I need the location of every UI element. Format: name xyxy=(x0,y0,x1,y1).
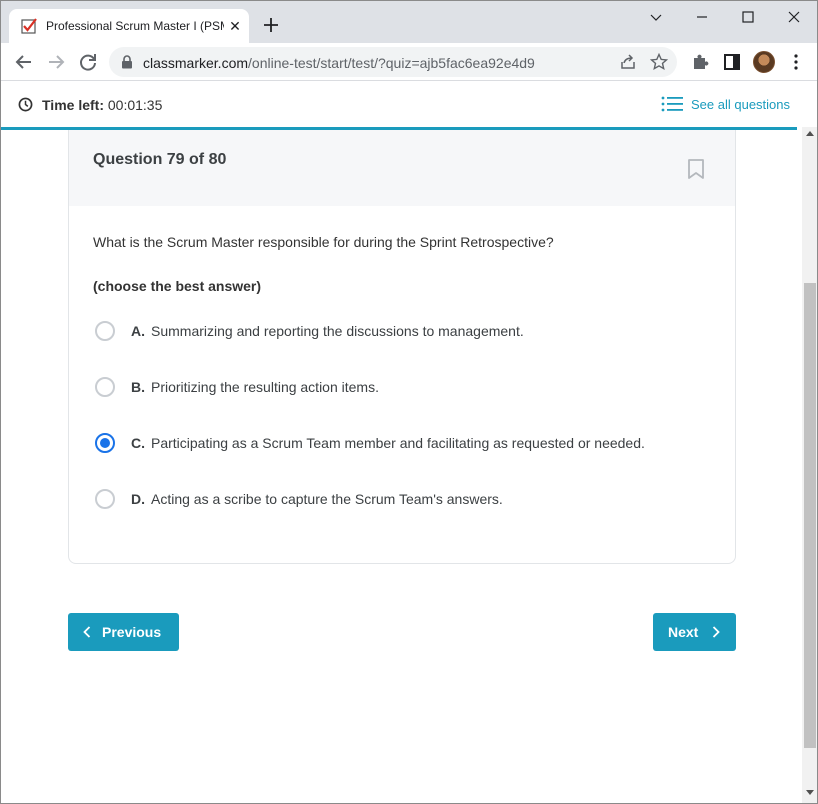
star-icon[interactable] xyxy=(650,53,668,71)
option-letter: C. xyxy=(131,435,145,451)
option-letter: D. xyxy=(131,491,145,507)
url-text: classmarker.com/online-test/start/test/?… xyxy=(143,55,535,71)
answer-option-d[interactable]: D. Acting as a scribe to capture the Scr… xyxy=(93,485,713,513)
extensions-puzzle-icon[interactable] xyxy=(690,52,710,72)
answer-option-a[interactable]: A. Summarizing and reporting the discuss… xyxy=(93,317,713,345)
address-bar[interactable]: classmarker.com/online-test/start/test/?… xyxy=(109,47,677,77)
radio-button-a[interactable] xyxy=(95,321,115,341)
radio-button-b[interactable] xyxy=(95,377,115,397)
lock-icon xyxy=(122,55,132,69)
answer-option-b[interactable]: B. Prioritizing the resulting action ite… xyxy=(93,373,713,401)
list-icon xyxy=(661,96,683,112)
checkbox-favicon-icon xyxy=(21,18,37,34)
reload-icon[interactable] xyxy=(76,50,100,74)
option-text: Summarizing and reporting the discussion… xyxy=(151,323,524,339)
tab-close-icon[interactable]: ✕ xyxy=(225,16,245,36)
back-arrow-icon[interactable] xyxy=(12,50,36,74)
chevron-left-icon xyxy=(83,626,91,638)
scrollbar-thumb[interactable] xyxy=(804,283,816,748)
profile-avatar[interactable] xyxy=(753,51,775,73)
previous-button-label: Previous xyxy=(102,624,162,640)
question-hint: (choose the best answer) xyxy=(93,278,262,294)
forward-arrow-icon[interactable] xyxy=(44,50,68,74)
time-left: Time left: 00:01:35 xyxy=(42,97,162,113)
maximize-icon[interactable] xyxy=(725,1,771,33)
next-button-label: Next xyxy=(668,624,699,640)
question-number: Question 79 of 80 xyxy=(93,151,227,168)
radio-button-d[interactable] xyxy=(95,489,115,509)
tab-title: Professional Scrum Master I (PSM xyxy=(46,19,224,33)
option-text: Participating as a Scrum Team member and… xyxy=(151,435,645,451)
time-left-label: Time left: xyxy=(42,97,104,113)
clock-icon xyxy=(18,97,33,112)
option-letter: A. xyxy=(131,323,145,339)
url-path: /online-test/start/test/?quiz=ajb5fac6ea… xyxy=(248,55,535,71)
option-text: Prioritizing the resulting action items. xyxy=(151,379,379,395)
vertical-scrollbar[interactable] xyxy=(802,127,817,803)
option-letter: B. xyxy=(131,379,145,395)
previous-button[interactable]: Previous xyxy=(68,613,179,651)
question-card-header: Question 79 of 80 xyxy=(69,130,735,206)
browser-tab[interactable]: Professional Scrum Master I (PSM ✕ xyxy=(9,9,249,43)
option-text: Acting as a scribe to capture the Scrum … xyxy=(151,491,503,507)
quiz-header: Time left: 00:01:35 See all questions xyxy=(1,82,797,127)
question-card: Question 79 of 80 What is the Scrum Mast… xyxy=(68,130,736,564)
scroll-up-arrow-icon[interactable] xyxy=(806,130,814,136)
url-host: classmarker.com xyxy=(143,55,249,71)
next-button[interactable]: Next xyxy=(653,613,736,651)
browser-toolbar: classmarker.com/online-test/start/test/?… xyxy=(1,43,817,81)
bookmark-icon[interactable] xyxy=(686,158,706,180)
new-tab-icon[interactable] xyxy=(259,13,283,37)
tab-strip: Professional Scrum Master I (PSM ✕ xyxy=(1,1,817,43)
chevron-right-icon xyxy=(712,626,720,638)
scroll-down-arrow-icon[interactable] xyxy=(806,790,814,796)
see-all-questions-link[interactable]: See all questions xyxy=(661,95,797,115)
more-menu-icon[interactable] xyxy=(786,52,806,72)
window-minimize-icon[interactable] xyxy=(679,1,725,33)
see-all-questions-label: See all questions xyxy=(691,97,791,112)
minimize-icon[interactable] xyxy=(633,1,679,33)
radio-button-c[interactable] xyxy=(95,433,115,453)
time-left-value: 00:01:35 xyxy=(107,97,163,113)
question-text: What is the Scrum Master responsible for… xyxy=(93,234,554,250)
browser-window: Professional Scrum Master I (PSM ✕ class… xyxy=(0,0,818,804)
share-icon[interactable] xyxy=(619,53,637,71)
answer-option-c[interactable]: C. Participating as a Scrum Team member … xyxy=(93,429,713,457)
close-window-icon[interactable] xyxy=(771,1,817,33)
side-panel-icon[interactable] xyxy=(722,52,742,72)
